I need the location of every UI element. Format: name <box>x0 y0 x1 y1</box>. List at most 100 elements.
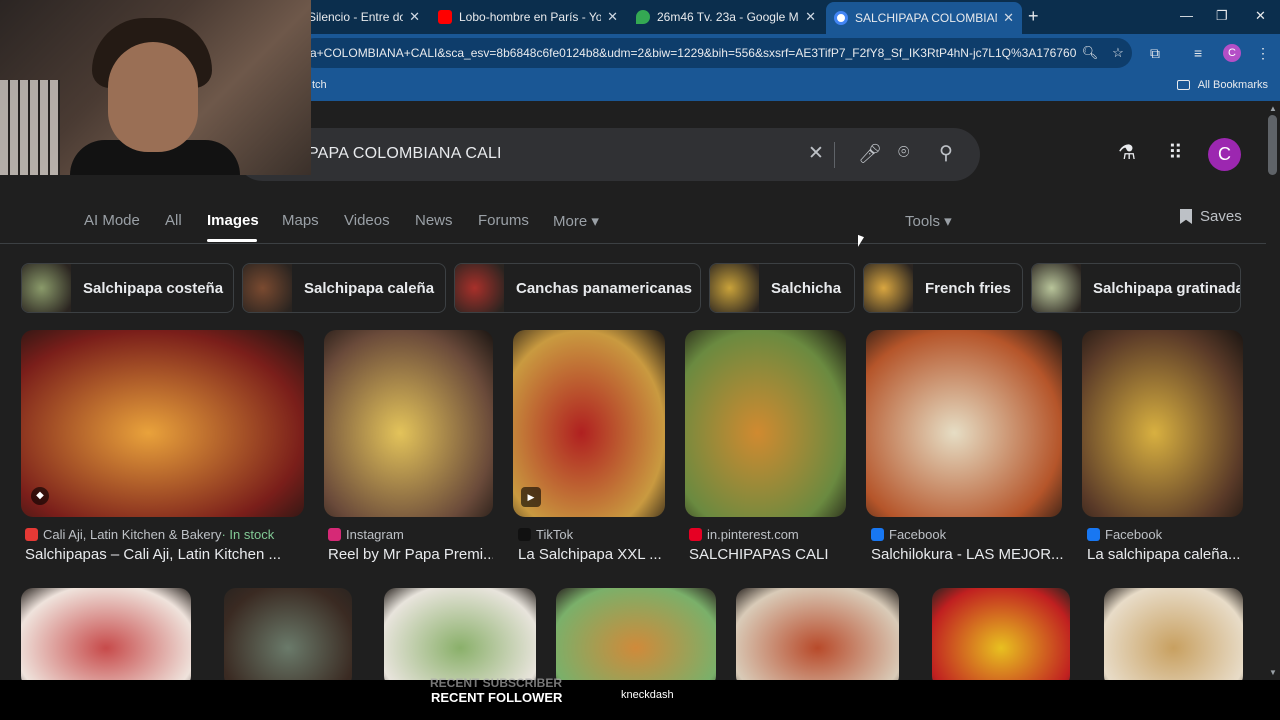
chip-thumbnail <box>1032 264 1081 312</box>
close-icon[interactable]: ✕ <box>805 9 816 25</box>
youtube-icon <box>438 10 452 24</box>
person-face <box>108 42 198 152</box>
saves-button[interactable]: Saves <box>1180 208 1242 225</box>
browser-tab[interactable]: 26m46 Tv. 23a - Google Maps ✕ <box>628 0 824 34</box>
close-icon[interactable]: ✕ <box>1003 10 1014 26</box>
tab-title: 26m46 Tv. 23a - Google Maps <box>657 10 799 24</box>
follower-name: kneckdash <box>621 689 674 701</box>
result-source[interactable]: Cali Aji, Latin Kitchen & Bakery · In st… <box>25 527 274 542</box>
chip-label: Salchipapa caleña <box>304 279 435 297</box>
all-bookmarks-label: All Bookmarks <box>1197 79 1268 91</box>
tab-videos[interactable]: Videos <box>344 212 390 229</box>
webcam-overlay <box>0 0 311 175</box>
tab-images[interactable]: Images <box>207 212 259 229</box>
close-icon[interactable]: ✕ <box>607 9 618 25</box>
google-account-avatar[interactable]: C <box>1208 138 1241 171</box>
image-result[interactable] <box>224 588 352 688</box>
source-name: Facebook <box>1105 527 1163 542</box>
chip-thumbnail <box>243 264 292 312</box>
active-tab-indicator <box>207 239 257 242</box>
recent-follower-label: RECENT FOLLOWER <box>431 690 563 705</box>
chip-salchipapa-calena[interactable]: Salchipapa caleña <box>242 263 446 313</box>
image-result[interactable] <box>736 588 899 688</box>
result-source[interactable]: Facebook <box>871 527 946 542</box>
new-tab-button[interactable]: + <box>1028 6 1039 27</box>
tools-button[interactable]: Tools ▾ <box>905 212 952 230</box>
image-result[interactable] <box>556 588 716 688</box>
scroll-up-arrow[interactable]: ▲ <box>1269 104 1277 113</box>
result-source[interactable]: in.pinterest.com <box>689 527 799 542</box>
chip-french-fries[interactable]: French fries <box>863 263 1023 313</box>
tab-ai-mode[interactable]: AI Mode <box>84 212 140 229</box>
result-source[interactable]: Facebook <box>1087 527 1162 542</box>
image-result[interactable] <box>384 588 536 688</box>
media-controls-icon[interactable]: ≡ <box>1194 45 1202 61</box>
shopping-tag-icon: ◆ <box>31 487 49 505</box>
window-close-icon[interactable]: ✕ <box>1255 8 1266 24</box>
chip-label: Salchipapa costeña <box>83 279 224 297</box>
search-icon[interactable]: ⚲ <box>939 142 953 165</box>
bookmark-item[interactable]: tch <box>312 79 327 91</box>
image-result[interactable] <box>1082 330 1243 517</box>
scrollbar-thumb[interactable] <box>1268 115 1277 175</box>
labs-flask-icon[interactable]: ⚗ <box>1118 140 1136 165</box>
browser-tab-active[interactable]: SALCHIPAPA COLOMBIANA CALI ✕ <box>826 2 1022 34</box>
tab-title: Lobo-hombre en París - YouTube <box>459 10 602 24</box>
image-result[interactable]: ◆ <box>21 330 304 517</box>
all-bookmarks-button[interactable]: All Bookmarks <box>1176 79 1268 91</box>
scroll-down-arrow[interactable]: ▼ <box>1269 668 1277 677</box>
extensions-icon[interactable]: ⧉ <box>1150 45 1160 62</box>
microphone-icon[interactable]: 🎤︎ <box>858 142 882 166</box>
image-result[interactable] <box>324 330 493 517</box>
facebook-icon <box>871 528 884 541</box>
bookmark-icon <box>1180 209 1192 224</box>
result-title[interactable]: La salchipapa caleña... <box>1087 546 1247 563</box>
result-title[interactable]: Salchilokura - LAS MEJOR... <box>871 546 1063 563</box>
tab-title: SALCHIPAPA COLOMBIANA CALI <box>855 11 997 25</box>
stock-status: · In stock <box>221 527 275 542</box>
zoom-icon[interactable]: 🔍︎ <box>1076 45 1104 61</box>
profile-avatar[interactable]: C <box>1223 44 1241 62</box>
close-icon[interactable]: ✕ <box>409 9 420 25</box>
tab-all[interactable]: All <box>165 212 182 229</box>
divider <box>834 142 835 168</box>
result-source[interactable]: Instagram <box>328 527 404 542</box>
tab-forums[interactable]: Forums <box>478 212 529 229</box>
folder-icon <box>1176 80 1190 90</box>
image-result[interactable] <box>21 588 191 688</box>
result-source[interactable]: TikTok <box>518 527 573 542</box>
image-result[interactable] <box>932 588 1070 688</box>
site-favicon <box>25 528 38 541</box>
tab-maps[interactable]: Maps <box>282 212 319 229</box>
maximize-icon[interactable]: ❐ <box>1216 8 1228 24</box>
chrome-menu-icon[interactable]: ⋮ <box>1256 45 1270 62</box>
minimize-icon[interactable]: — <box>1180 8 1193 23</box>
result-title[interactable]: La Salchipapa XXL ... <box>518 546 666 563</box>
result-title[interactable]: Reel by Mr Papa Premi... <box>328 546 493 563</box>
tab-more[interactable]: More ▾ <box>553 212 599 230</box>
piano-keys <box>0 80 60 175</box>
search-box[interactable]: PAPA COLOMBIANA CALI ✕ 🎤︎ ⌾ ⚲ <box>236 128 980 181</box>
chip-salchipapa-gratinada[interactable]: Salchipapa gratinada <box>1031 263 1241 313</box>
chip-salchicha[interactable]: Salchicha <box>709 263 855 313</box>
address-bar[interactable]: a+COLOMBIANA+CALI&sca_esv=8b6848c6fe0124… <box>300 38 1132 68</box>
chip-label: Salchicha <box>771 279 842 297</box>
lens-icon[interactable]: ⌾ <box>898 142 909 164</box>
result-title[interactable]: SALCHIPAPAS CALI <box>689 546 847 563</box>
browser-tab[interactable]: Lobo-hombre en París - YouTube ✕ <box>430 0 626 34</box>
bookmark-star-icon[interactable]: ☆ <box>1104 45 1132 61</box>
image-result[interactable] <box>685 330 846 517</box>
source-name: in.pinterest.com <box>707 527 799 542</box>
image-result[interactable]: ▶ <box>513 330 665 517</box>
chip-label: French fries <box>925 279 1011 297</box>
image-result[interactable] <box>1104 588 1243 688</box>
result-title[interactable]: Salchipapas – Cali Aji, Latin Kitchen ..… <box>25 546 305 563</box>
source-name: Instagram <box>346 527 404 542</box>
clear-icon[interactable]: ✕ <box>808 142 824 165</box>
apps-grid-icon[interactable]: ⠿ <box>1168 140 1183 165</box>
chip-canchas-panamericanas[interactable]: Canchas panamericanas <box>454 263 701 313</box>
tab-news[interactable]: News <box>415 212 453 229</box>
browser-tab[interactable]: Silencio - Entre dos ✕ <box>300 0 428 34</box>
chip-salchipapa-costena[interactable]: Salchipapa costeña <box>21 263 234 313</box>
image-result[interactable] <box>866 330 1062 517</box>
